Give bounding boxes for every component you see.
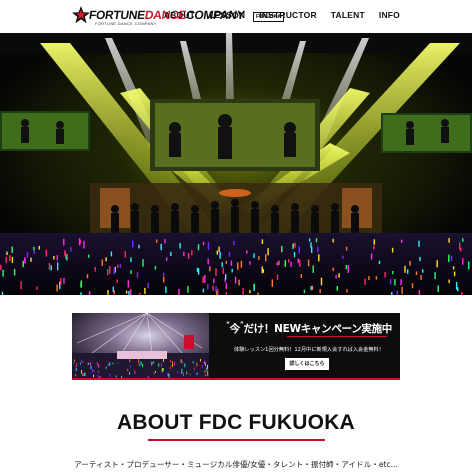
about-heading: ABOUT FDC FUKUOKA xyxy=(117,411,355,434)
banner-concert-photo xyxy=(72,313,209,378)
about-heading-underline xyxy=(148,439,325,441)
nav-lesson[interactable]: LESSON xyxy=(209,10,245,20)
nav-instructor[interactable]: INSTRUCTOR xyxy=(259,10,317,20)
banner-title-underline xyxy=(287,336,387,337)
campaign-banner[interactable]: “今”だけ！NEWキャンペーン実施中 体験レッスン1回分無料！12月中に新規入会… xyxy=(72,313,400,380)
about-text: アーティスト・プロデューサー・ミュージカル俳優/女優・タレント・振付師・アイドル… xyxy=(74,460,398,469)
nav-talent[interactable]: TALENT xyxy=(331,10,365,20)
hero-image xyxy=(0,33,472,295)
nav-info[interactable]: INFO xyxy=(379,10,400,20)
banner-subtitle: 体験レッスン1回分無料！12月中に新規入会すれば入会金無料！ xyxy=(234,347,384,353)
details-button[interactable]: 詳しくはこちら xyxy=(285,358,329,370)
site-header: FORTUNEDANCECOMPANY FORTUNE DANCE COMPAN… xyxy=(0,0,472,33)
logo-tagline: FORTUNE DANCE COMPANY xyxy=(95,21,157,26)
nav-about[interactable]: ABOUT xyxy=(164,10,195,20)
main-nav: ABOUT LESSON INSTRUCTOR TALENT INFO xyxy=(150,10,400,20)
banner-title: “今”だけ！NEWキャンペーン実施中 xyxy=(225,321,393,335)
